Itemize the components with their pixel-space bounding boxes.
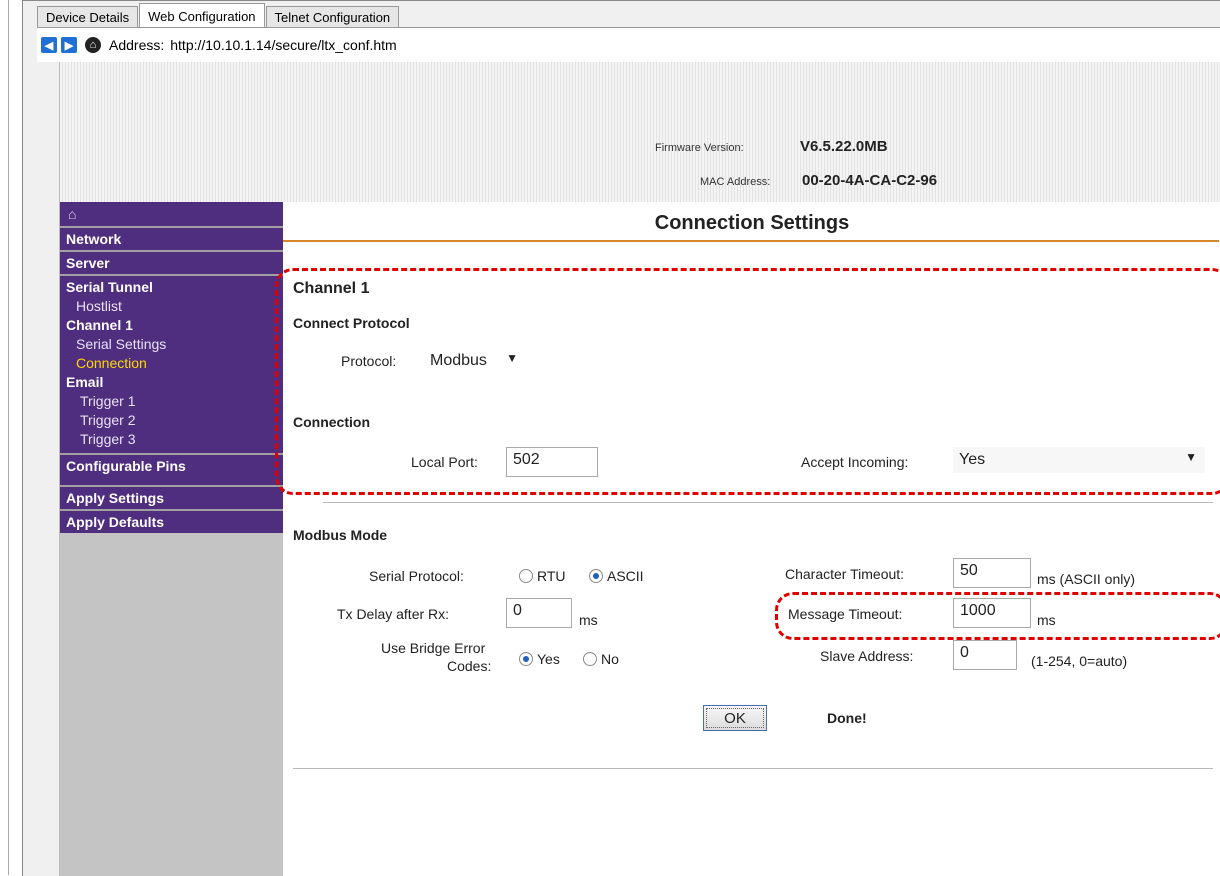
tx-delay-label: Tx Delay after Rx: [337,606,450,622]
slave-address-hint: (1-254, 0=auto) [1031,653,1128,669]
bridge-yes-radio[interactable]: Yes [519,651,560,667]
tx-delay-unit: ms [579,612,598,628]
slave-address-input[interactable]: 0 [953,640,1017,670]
rtu-label: RTU [537,568,566,584]
character-timeout-unit: ms (ASCII only) [1037,571,1136,587]
title-divider [283,240,1219,242]
sidebar-item-server[interactable]: Server [60,250,283,274]
status-text: Done! [827,710,867,726]
firmware-label: Firmware Version: [655,142,744,154]
accept-incoming-value: Yes [959,451,986,468]
radio-selected-icon [519,652,533,666]
sidebar-item-serial-settings[interactable]: Serial Settings [60,335,283,354]
sidebar-item-configurable-pins[interactable]: Configurable Pins [60,453,283,477]
sidebar-item-hostlist[interactable]: Hostlist [60,297,283,316]
accept-incoming-label: Accept Incoming: [801,454,909,470]
address-label: Address: [109,37,165,53]
sidebar-item-trigger-1[interactable]: Trigger 1 [60,392,283,411]
bridge-error-label-line-2: Codes: [447,658,492,674]
chevron-down-icon: ▼ [1185,450,1197,464]
character-timeout-label: Character Timeout: [785,566,905,582]
sidebar-item-email[interactable]: Email [60,373,283,392]
connect-protocol-heading: Connect Protocol [293,315,410,331]
message-timeout-unit: ms [1037,612,1056,628]
firmware-value: V6.5.22.0MB [800,138,888,155]
bridge-yes-label: Yes [537,651,560,667]
protocol-label: Protocol: [341,353,397,369]
forward-arrow-icon[interactable]: ▶ [61,37,77,53]
radio-unselected-icon [583,652,597,666]
main-panel: Connection Settings Channel 1 Connect Pr… [283,202,1220,876]
sidebar-item-channel-1[interactable]: Channel 1 [60,316,283,335]
home-icon[interactable]: ⌂ [60,202,283,226]
protocol-select[interactable]: Modbus ▼ [424,348,526,374]
tab-telnet-configuration[interactable]: Telnet Configuration [265,6,400,29]
local-port-input[interactable]: 502 [506,447,598,477]
message-timeout-input[interactable]: 1000 [953,598,1031,628]
back-arrow-icon[interactable]: ◀ [41,37,57,53]
character-timeout-input[interactable]: 50 [953,558,1031,588]
address-bar: ◀ ▶ ⌂ Address: http://10.10.1.14/secure/… [37,27,1220,62]
ok-label: OK [724,709,746,727]
bridge-no-label: No [601,651,619,667]
ascii-label: ASCII [607,568,644,584]
tab-web-configuration[interactable]: Web Configuration [139,3,265,29]
channel-heading: Channel 1 [293,280,370,297]
radio-unselected-icon [519,569,533,583]
sidebar: ⌂ Network Server Serial Tunnel Hostlist … [60,202,283,876]
bridge-error-label-line-1: Use Bridge Error [381,640,486,656]
bridge-no-radio[interactable]: No [583,651,619,667]
tab-device-details[interactable]: Device Details [37,6,139,29]
chevron-down-icon: ▼ [506,351,518,365]
sidebar-item-serial-tunnel[interactable]: Serial Tunnel [60,278,283,297]
sidebar-item-connection[interactable]: Connection [60,354,283,373]
sidebar-item-trigger-2[interactable]: Trigger 2 [60,411,283,430]
home-icon[interactable]: ⌂ [85,37,101,53]
section-divider [323,502,1213,503]
sidebar-item-network[interactable]: Network [60,226,283,250]
sidebar-item-trigger-3[interactable]: Trigger 3 [60,430,283,449]
connection-heading: Connection [293,414,370,430]
protocol-value: Modbus [430,352,487,369]
modbus-mode-heading: Modbus Mode [293,527,388,543]
ok-button[interactable]: OK [703,705,767,731]
tx-delay-input[interactable]: 0 [506,598,572,628]
ascii-radio[interactable]: ASCII [589,568,644,584]
radio-selected-icon [589,569,603,583]
rtu-radio[interactable]: RTU [519,568,566,584]
page-title: Connection Settings [654,212,850,234]
address-url[interactable]: http://10.10.1.14/secure/ltx_conf.htm [170,37,396,53]
local-port-label: Local Port: [411,454,478,470]
mac-label: MAC Address: [700,176,771,188]
message-timeout-label: Message Timeout: [788,606,903,622]
serial-protocol-label: Serial Protocol: [369,568,464,584]
device-header: Firmware Version: V6.5.22.0MB MAC Addres… [60,62,1220,202]
sidebar-item-apply-defaults[interactable]: Apply Defaults [60,509,283,533]
tab-bar: Device Details Web Configuration Telnet … [37,3,400,29]
mac-value: 00-20-4A-CA-C2-96 [802,172,938,189]
slave-address-label: Slave Address: [820,648,914,664]
web-content: Firmware Version: V6.5.22.0MB MAC Addres… [60,62,1220,876]
sidebar-item-apply-settings[interactable]: Apply Settings [60,485,283,509]
accept-incoming-select[interactable]: Yes ▼ [953,447,1205,473]
app-frame: Device Details Web Configuration Telnet … [22,0,1220,876]
bottom-divider [293,768,1213,769]
